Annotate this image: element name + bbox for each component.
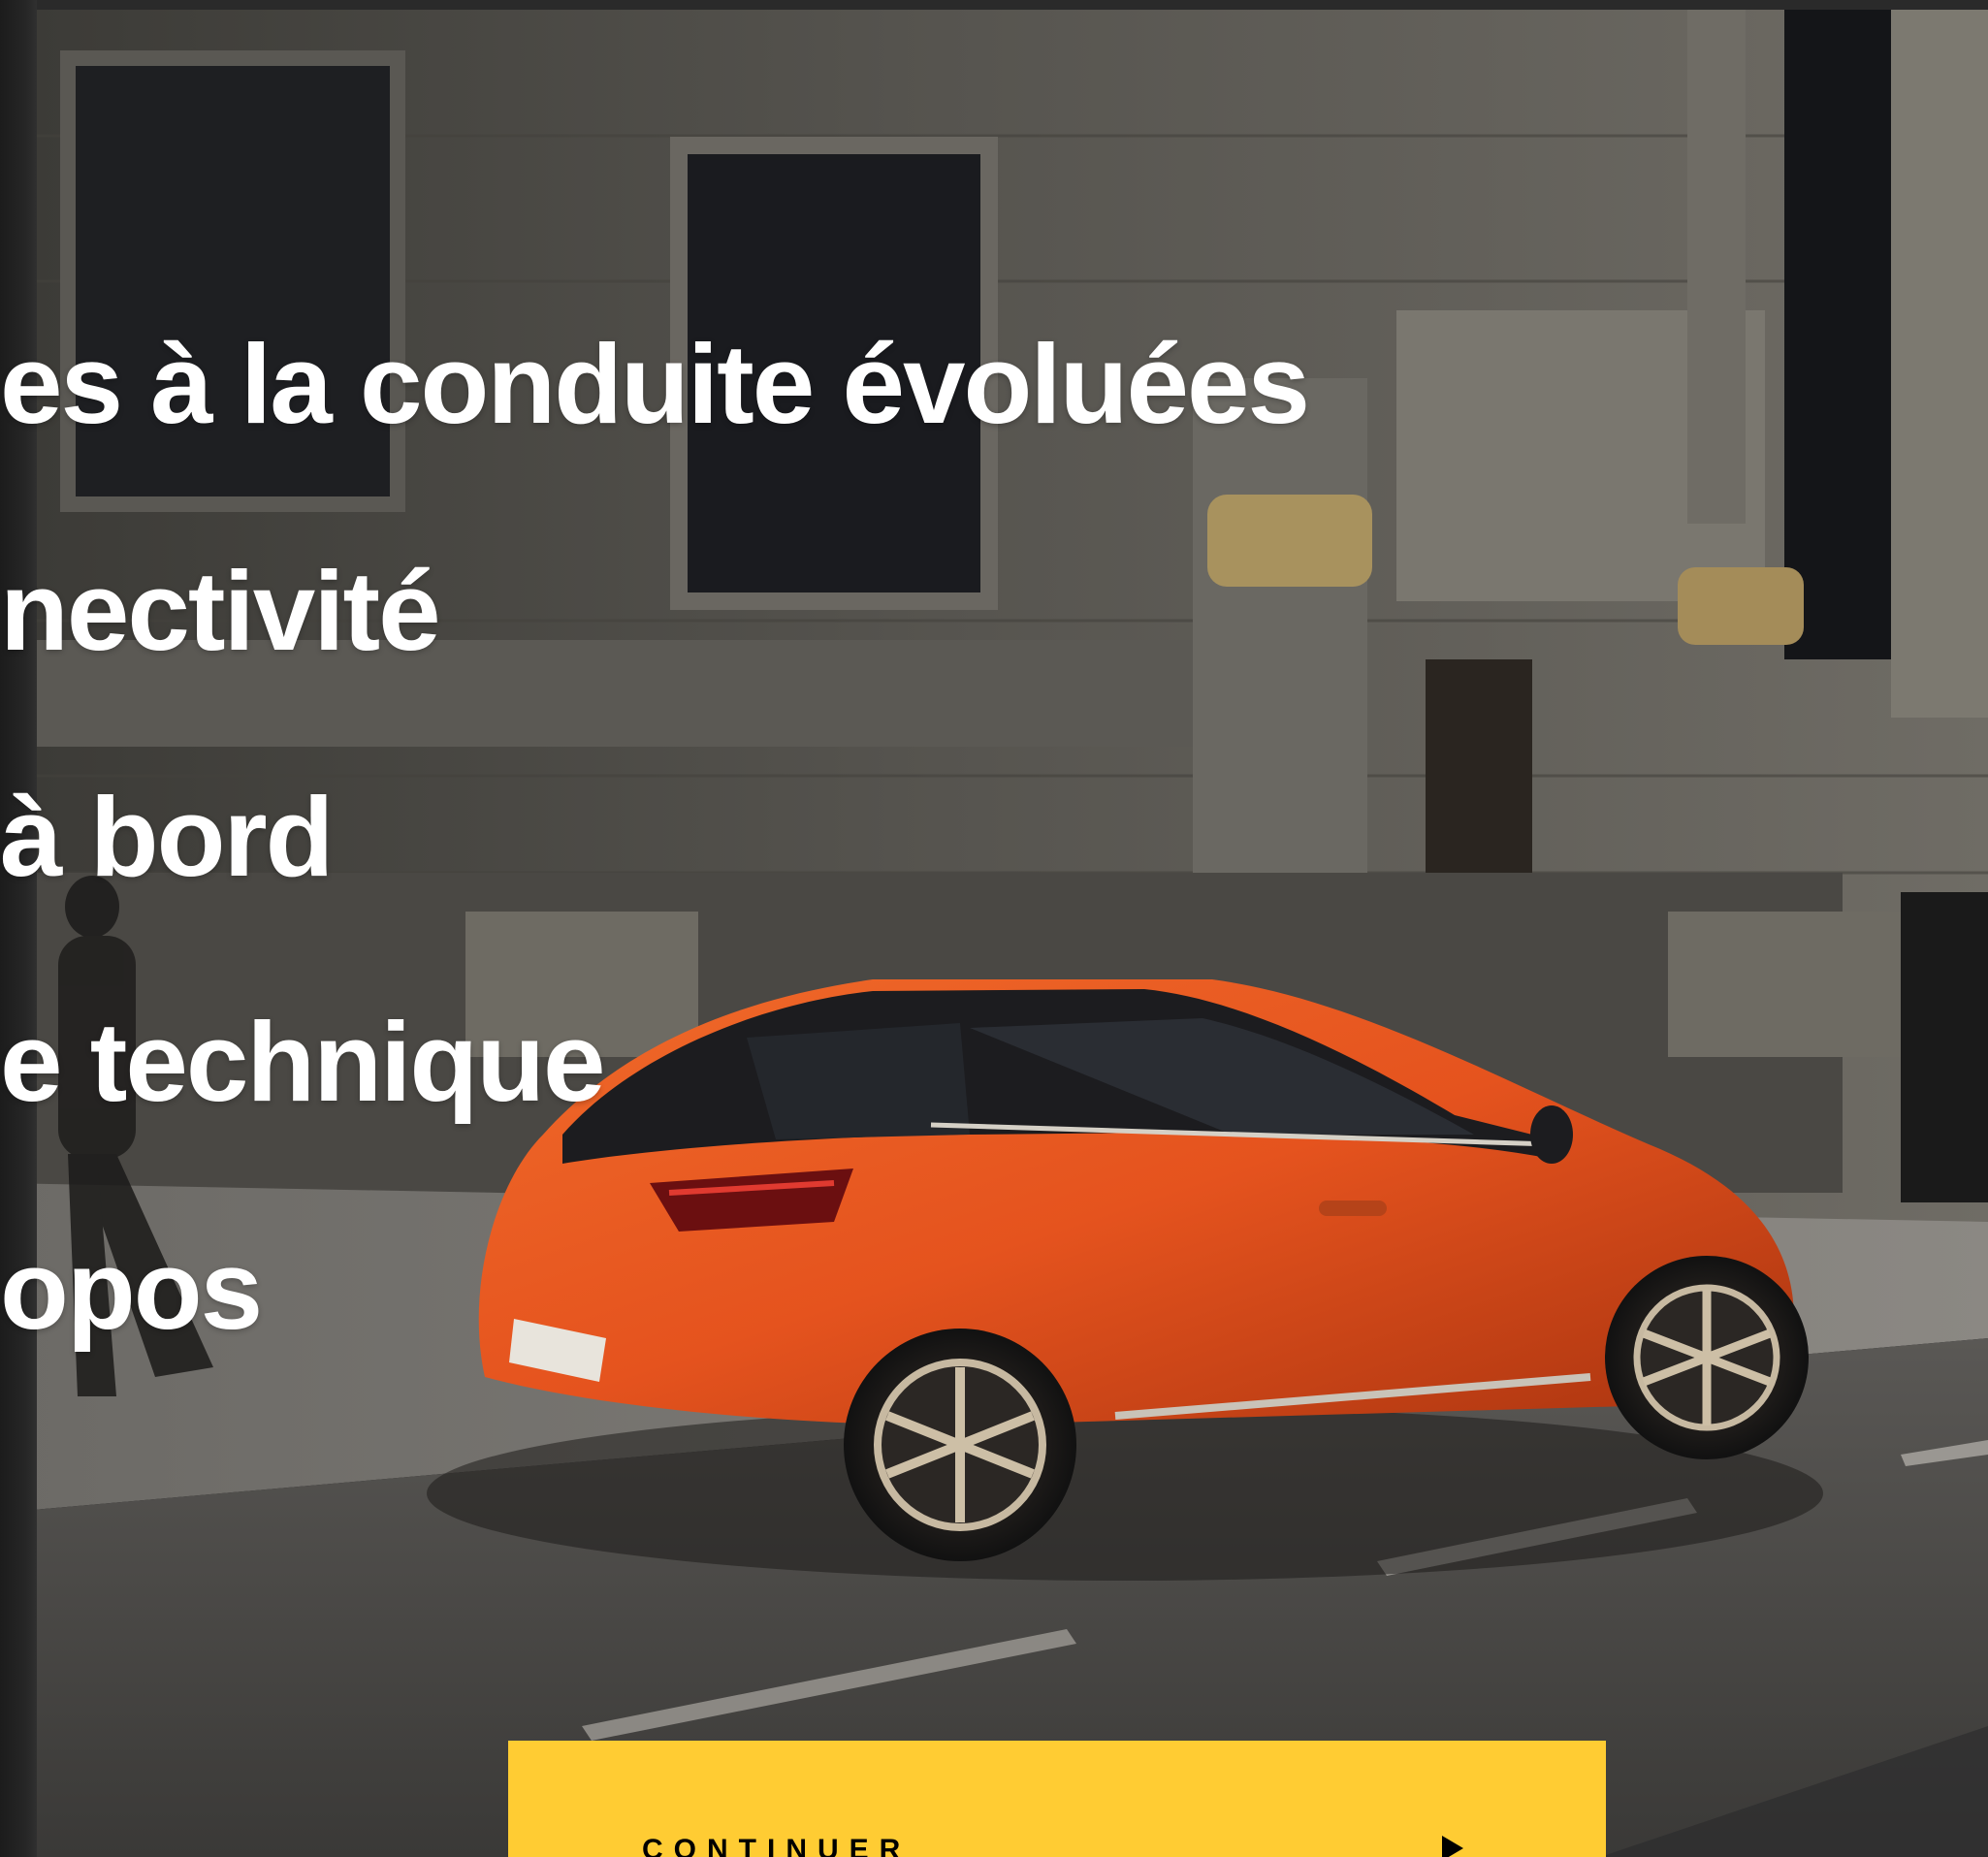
continue-button[interactable]: CONTINUER	[508, 1741, 1606, 1857]
chevron-right-icon	[1442, 1836, 1463, 1857]
menu-item-connectivite[interactable]: nectivité	[0, 555, 441, 667]
continue-button-label: CONTINUER	[642, 1834, 912, 1857]
menu-item-a-propos[interactable]: opos	[0, 1233, 263, 1346]
menu-item-a-bord[interactable]: à bord	[0, 781, 334, 893]
screen: es à la conduite évoluées nectivité à bo…	[0, 0, 1988, 1857]
menu-item-fiche-technique[interactable]: e technique	[0, 1006, 606, 1118]
section-menu: es à la conduite évoluées nectivité à bo…	[0, 0, 1988, 1857]
menu-item-aides-conduite[interactable]: es à la conduite évoluées	[0, 328, 1310, 440]
